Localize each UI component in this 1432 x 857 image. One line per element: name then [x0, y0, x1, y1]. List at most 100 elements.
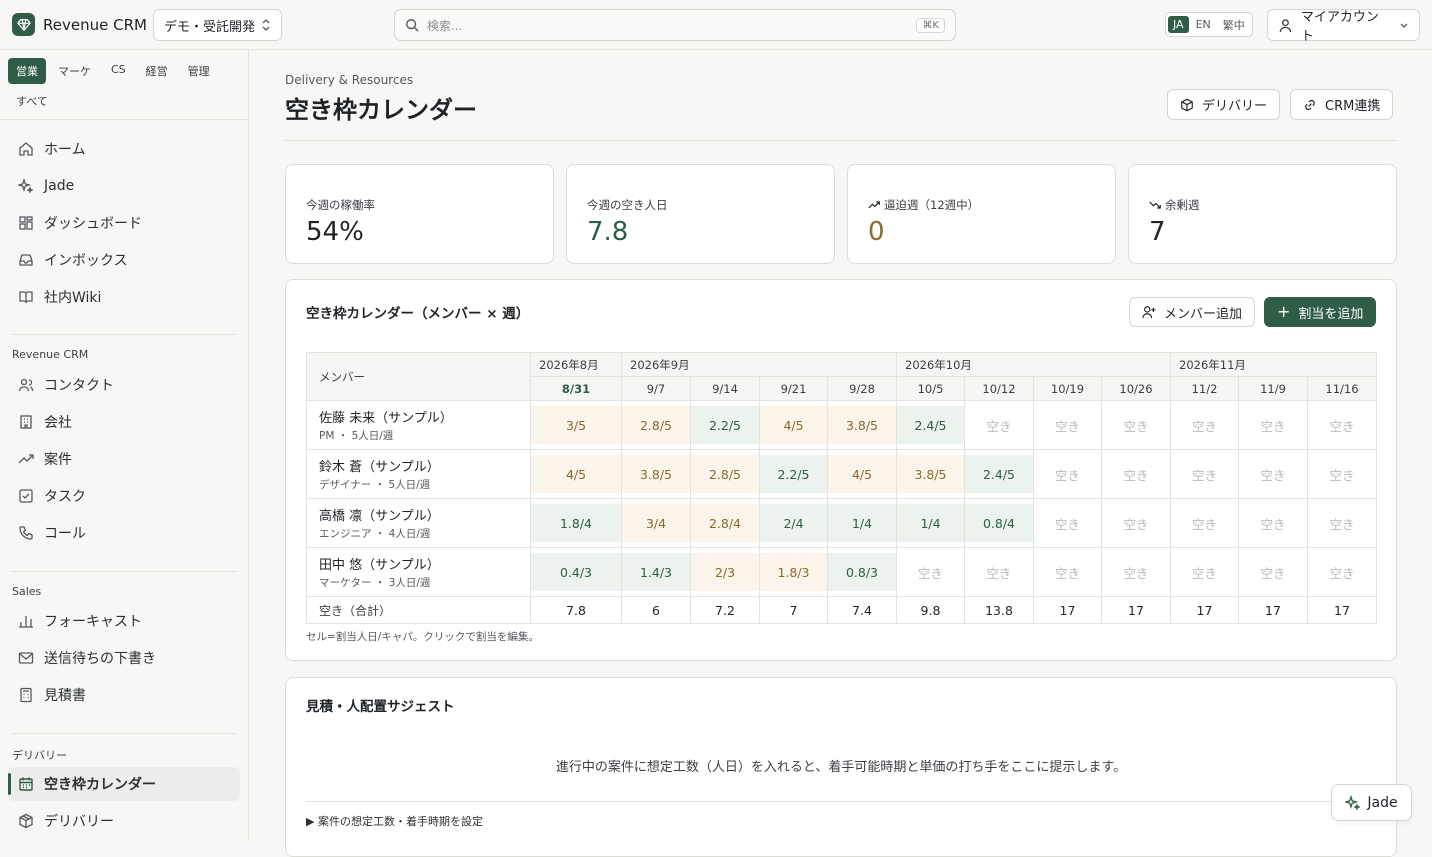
assignment-cell[interactable]: 空き	[1307, 400, 1377, 450]
sidebar-item-calls[interactable]: コール	[8, 516, 240, 550]
add-assignment-button[interactable]: + 割当を追加	[1264, 297, 1377, 327]
assignment-cell[interactable]: 空き	[1238, 547, 1308, 597]
assignment-cell[interactable]: 1.4/3	[621, 547, 691, 597]
month-header: 2026年8月	[530, 352, 622, 377]
assignment-cell[interactable]: 0.8/3	[827, 547, 897, 597]
sidebar-item-contacts[interactable]: コンタクト	[8, 368, 240, 402]
sidebar-item-deals[interactable]: 案件	[8, 442, 240, 476]
estimate-settings-toggle[interactable]: ▶ 案件の想定工数・着手時期を設定	[306, 813, 483, 829]
assignment-cell[interactable]: 空き	[1033, 400, 1102, 450]
crm-sync-button[interactable]: CRM連携	[1290, 89, 1394, 120]
assignment-cell[interactable]: 2.2/5	[690, 400, 760, 450]
stat-card-utilization: 今週の稼働率 54%	[285, 164, 554, 264]
assignment-cell[interactable]: 4/5	[759, 400, 828, 450]
assignment-cell[interactable]: 1.8/3	[759, 547, 828, 597]
sidebar-section-sales: Sales	[12, 585, 42, 598]
sidebar-item-drafts[interactable]: 送信待ちの下書き	[8, 641, 240, 675]
total-value: 6	[621, 596, 691, 624]
assignment-cell[interactable]: 1/4	[896, 498, 965, 548]
total-value: 7.8	[530, 596, 622, 624]
stat-label: 逼迫週（12週中）	[868, 197, 979, 213]
assignment-cell[interactable]: 空き	[1307, 547, 1377, 597]
assignment-cell[interactable]: 空き	[964, 547, 1034, 597]
assignment-value: 2/3	[691, 553, 759, 591]
add-member-label: メンバー追加	[1164, 306, 1243, 322]
sidebar-item-home[interactable]: ホーム	[8, 132, 240, 166]
chevron-down-icon	[1400, 23, 1408, 28]
assignment-cell[interactable]: 2.8/5	[690, 449, 760, 499]
assignment-cell[interactable]: 3.8/5	[827, 400, 897, 450]
assignment-cell[interactable]: 3/4	[621, 498, 691, 548]
assignment-cell[interactable]: 空き	[1101, 547, 1171, 597]
assignment-cell[interactable]: 3.8/5	[896, 449, 965, 499]
role-tab-sales[interactable]: 営業	[8, 58, 46, 84]
assignment-cell[interactable]: 2.8/4	[690, 498, 760, 548]
sidebar-item-wiki[interactable]: 社内Wiki	[8, 280, 240, 314]
role-tab-cs[interactable]: CS	[103, 58, 134, 84]
delivery-button[interactable]: デリバリー	[1167, 89, 1281, 120]
account-menu[interactable]: マイアカウント	[1267, 9, 1420, 44]
assignment-cell[interactable]: 空き	[1170, 400, 1239, 450]
assignment-cell[interactable]: 空き	[1307, 449, 1377, 499]
assignment-cell[interactable]: 空き	[1033, 547, 1102, 597]
assignment-cell[interactable]: 4/5	[827, 449, 897, 499]
lang-zh-tw[interactable]: 繁中	[1218, 15, 1250, 35]
sidebar-item-jade[interactable]: Jade	[8, 169, 240, 203]
role-tab-admin[interactable]: 管理	[180, 58, 218, 84]
sidebar-item-tasks[interactable]: タスク	[8, 479, 240, 513]
sidebar-item-companies[interactable]: 会社	[8, 405, 240, 439]
role-tab-all[interactable]: すべて	[8, 88, 240, 114]
assignment-cell[interactable]: 1.8/4	[530, 498, 622, 548]
total-value: 17	[1101, 596, 1171, 624]
assignment-cell[interactable]: 2.4/5	[896, 400, 965, 450]
sidebar-item-availability-calendar[interactable]: 空き枠カレンダー	[8, 767, 240, 801]
lang-en[interactable]: EN	[1191, 16, 1216, 33]
assignment-cell[interactable]: 2.8/5	[621, 400, 691, 450]
role-tab-management[interactable]: 経営	[138, 58, 176, 84]
lang-ja[interactable]: JA	[1168, 16, 1189, 33]
assignment-cell[interactable]: 2.4/5	[964, 449, 1034, 499]
assignment-cell[interactable]: 2/3	[690, 547, 760, 597]
sidebar-item-dashboard[interactable]: ダッシュボード	[8, 206, 240, 240]
assignment-cell[interactable]: 空き	[1170, 547, 1239, 597]
assignment-cell[interactable]: 3.8/5	[621, 449, 691, 499]
assignment-cell[interactable]: 0.8/4	[964, 498, 1034, 548]
sidebar-item-inbox[interactable]: インボックス	[8, 243, 240, 277]
sidebar-section-delivery: デリバリー	[12, 749, 67, 762]
workspace-select[interactable]: デモ・受託開発	[153, 9, 283, 41]
assignment-cell[interactable]: 空き	[1238, 449, 1308, 499]
assignment-cell[interactable]: 2.2/5	[759, 449, 828, 499]
assignment-cell[interactable]: 空き	[964, 400, 1034, 450]
assignment-cell[interactable]: 空き	[1170, 498, 1239, 548]
assignment-cell[interactable]: 空き	[1170, 449, 1239, 499]
brand[interactable]: Revenue CRM	[12, 13, 147, 36]
assignment-cell[interactable]: 空き	[1033, 498, 1102, 548]
add-member-button[interactable]: メンバー追加	[1129, 297, 1256, 327]
assignment-cell[interactable]: 空き	[1101, 400, 1171, 450]
assignment-cell[interactable]: 0.4/3	[530, 547, 622, 597]
assignment-cell[interactable]: 空き	[1238, 400, 1308, 450]
assignment-cell[interactable]: 空き	[1101, 498, 1171, 548]
jade-assistant-button[interactable]: Jade	[1331, 784, 1412, 821]
sidebar-item-forecast[interactable]: フォーキャスト	[8, 604, 240, 638]
search-input[interactable]: 検索... ⌘K	[394, 9, 956, 41]
stat-card-free-days: 今週の空き人日 7.8	[566, 164, 835, 264]
assignment-value: 0.8/3	[828, 553, 896, 591]
assignment-cell[interactable]: 空き	[1101, 449, 1171, 499]
assignment-cell[interactable]: 4/5	[530, 449, 622, 499]
assignment-cell[interactable]: 1/4	[827, 498, 897, 548]
sidebar-item-delivery[interactable]: デリバリー	[8, 804, 240, 838]
week-header: 9/28	[827, 376, 897, 401]
sidebar-item-quotes[interactable]: 見積書	[8, 678, 240, 712]
assignment-cell[interactable]: 空き	[896, 547, 965, 597]
assignment-cell[interactable]: 空き	[1033, 449, 1102, 499]
assignment-cell[interactable]: 3/5	[530, 400, 622, 450]
assignment-cell[interactable]: 空き	[1238, 498, 1308, 548]
assignment-cell[interactable]: 空き	[1307, 498, 1377, 548]
assignment-value: 空き	[1054, 418, 1080, 434]
assignment-cell[interactable]: 2/4	[759, 498, 828, 548]
role-tab-marketing[interactable]: マーケ	[50, 58, 99, 84]
stat-label: 今週の稼働率	[306, 198, 375, 212]
stat-value: 7.8	[587, 217, 629, 247]
assignment-value: 3/5	[531, 406, 621, 444]
